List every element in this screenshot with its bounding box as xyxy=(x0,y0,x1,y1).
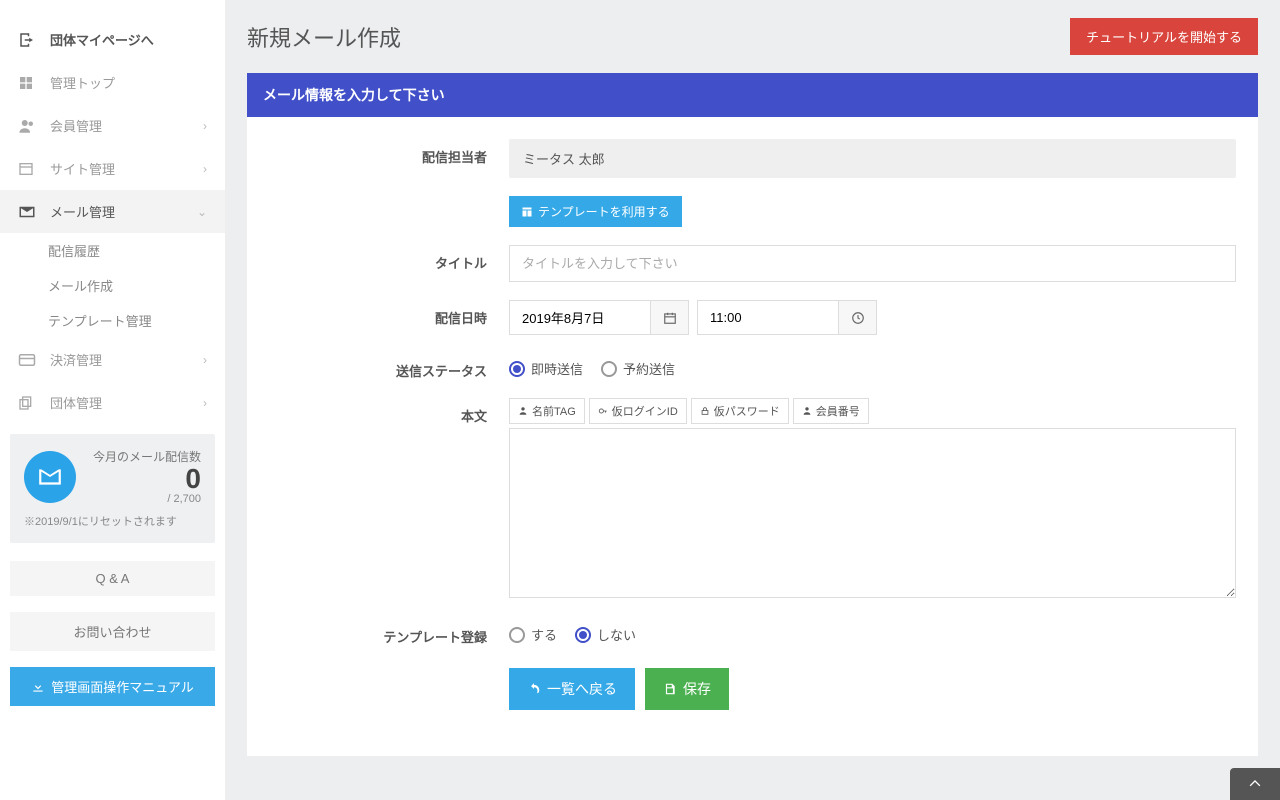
panel-header: メール情報を入力して下さい xyxy=(247,73,1258,117)
radio-label: 予約送信 xyxy=(623,359,675,378)
nav-mypage[interactable]: 団体マイページへ xyxy=(0,18,225,61)
manual-button[interactable]: 管理画面操作マニュアル xyxy=(10,667,215,706)
back-label: 一覧へ戻る xyxy=(547,679,617,699)
save-icon xyxy=(663,682,677,696)
radio-label: 即時送信 xyxy=(531,359,583,378)
download-icon xyxy=(31,680,45,694)
tag-member-no[interactable]: 会員番号 xyxy=(793,398,869,424)
form: 配信担当者 ミータス 太郎 テンプレートを利用する タイトル xyxy=(247,117,1258,756)
page-title: 新規メール作成 xyxy=(247,21,401,53)
copy-icon xyxy=(18,395,38,411)
stats-total: / 2,700 xyxy=(88,493,201,505)
sidebar: 団体マイページへ 管理トップ 会員管理 › サイト管理 › メール管理 ⌄ xyxy=(0,0,225,800)
nav-label: 団体管理 xyxy=(50,393,102,412)
sub-compose[interactable]: メール作成 xyxy=(0,268,225,303)
template-btn-label: テンプレートを利用する xyxy=(538,203,670,220)
people-icon xyxy=(18,117,38,135)
box-arrow-icon xyxy=(18,31,38,49)
contact-button[interactable]: お問い合わせ xyxy=(10,612,215,651)
nav-payment[interactable]: 決済管理 › xyxy=(0,338,225,381)
stats-label: 今月のメール配信数 xyxy=(88,448,201,465)
radio-label: しない xyxy=(597,625,636,644)
main: 新規メール作成 チュートリアルを開始する メール情報を入力して下さい 配信担当者… xyxy=(225,0,1280,800)
sidebar-nav: 団体マイページへ 管理トップ 会員管理 › サイト管理 › メール管理 ⌄ xyxy=(0,0,225,424)
sender-value: ミータス 太郎 xyxy=(509,139,1236,178)
save-label: 保存 xyxy=(683,679,711,699)
mail-icon xyxy=(18,203,38,221)
radio-icon xyxy=(509,627,525,643)
clock-icon[interactable] xyxy=(838,301,876,334)
chevron-right-icon: › xyxy=(203,353,207,367)
time-picker[interactable] xyxy=(697,300,877,335)
status-immediate[interactable]: 即時送信 xyxy=(509,359,583,378)
page-header: 新規メール作成 チュートリアルを開始する xyxy=(247,18,1258,55)
sender-label: 配信担当者 xyxy=(269,139,509,166)
status-label: 送信ステータス xyxy=(269,353,509,380)
template-icon xyxy=(521,206,533,218)
date-input[interactable] xyxy=(510,301,650,334)
radio-icon xyxy=(575,627,591,643)
tag-buttons: 名前TAG 仮ログインID 仮パスワード 会員番号 xyxy=(509,398,1236,424)
tpl-reg-no[interactable]: しない xyxy=(575,625,636,644)
nav-label: 会員管理 xyxy=(50,116,102,135)
time-input[interactable] xyxy=(698,301,838,334)
card-icon xyxy=(18,351,38,369)
tutorial-button[interactable]: チュートリアルを開始する xyxy=(1070,18,1258,55)
stats-count: 0 xyxy=(88,465,201,493)
nav-label: 団体マイページへ xyxy=(50,30,154,49)
tpl-reg-label: テンプレート登録 xyxy=(269,619,509,646)
nav-label: サイト管理 xyxy=(50,159,115,178)
tag-password[interactable]: 仮パスワード xyxy=(691,398,789,424)
title-input[interactable] xyxy=(509,245,1236,282)
status-scheduled[interactable]: 予約送信 xyxy=(601,359,675,378)
sub-history[interactable]: 配信履歴 xyxy=(0,233,225,268)
nav-mail[interactable]: メール管理 ⌄ xyxy=(0,190,225,233)
scroll-top-button[interactable] xyxy=(1230,768,1280,800)
grid-icon xyxy=(18,75,38,91)
mail-circle-icon xyxy=(24,451,76,503)
nav-label: 決済管理 xyxy=(50,350,102,369)
stats-note: ※2019/9/1にリセットされます xyxy=(24,513,201,529)
radio-icon xyxy=(509,361,525,377)
nav-label: メール管理 xyxy=(50,202,115,221)
use-template-button[interactable]: テンプレートを利用する xyxy=(509,196,682,227)
manual-label: 管理画面操作マニュアル xyxy=(51,677,194,696)
calendar-icon[interactable] xyxy=(650,301,688,334)
title-label: タイトル xyxy=(269,245,509,272)
qa-button[interactable]: Q & A xyxy=(10,561,215,596)
undo-icon xyxy=(527,682,541,696)
nav-members[interactable]: 会員管理 › xyxy=(0,104,225,147)
nav-label: 管理トップ xyxy=(50,73,115,92)
chevron-right-icon: › xyxy=(203,162,207,176)
back-button[interactable]: 一覧へ戻る xyxy=(509,668,635,710)
save-button[interactable]: 保存 xyxy=(645,668,729,710)
tag-name[interactable]: 名前TAG xyxy=(509,398,585,424)
sub-template[interactable]: テンプレート管理 xyxy=(0,303,225,338)
radio-label: する xyxy=(531,625,557,644)
chevron-down-icon: ⌄ xyxy=(197,205,207,219)
radio-icon xyxy=(601,361,617,377)
chevron-right-icon: › xyxy=(203,396,207,410)
chevron-right-icon: › xyxy=(203,119,207,133)
body-textarea[interactable] xyxy=(509,428,1236,598)
nav-org[interactable]: 団体管理 › xyxy=(0,381,225,424)
tag-login-id[interactable]: 仮ログインID xyxy=(589,398,687,424)
panel: メール情報を入力して下さい 配信担当者 ミータス 太郎 テンプレートを利用する xyxy=(247,73,1258,756)
nav-site[interactable]: サイト管理 › xyxy=(0,147,225,190)
body-label: 本文 xyxy=(269,398,509,425)
stats-card: 今月のメール配信数 0 / 2,700 ※2019/9/1にリセットされます xyxy=(10,434,215,543)
window-icon xyxy=(18,161,38,177)
tpl-reg-yes[interactable]: する xyxy=(509,625,557,644)
date-picker[interactable] xyxy=(509,300,689,335)
datetime-label: 配信日時 xyxy=(269,300,509,327)
nav-admin-top[interactable]: 管理トップ xyxy=(0,61,225,104)
